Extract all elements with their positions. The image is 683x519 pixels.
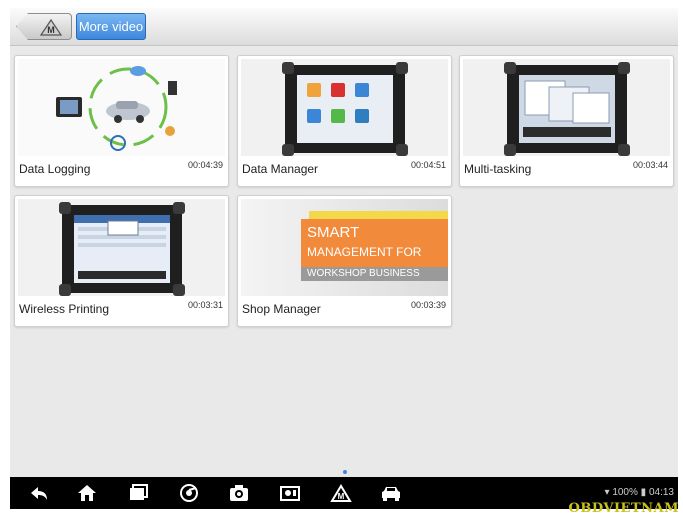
video-title: Shop Manager: [242, 302, 321, 316]
video-duration: 00:03:44: [632, 160, 668, 170]
maxisys-home-icon[interactable]: M: [330, 483, 352, 503]
tablet-image: [282, 62, 408, 156]
wifi-icon: ▾: [604, 487, 610, 498]
video-card-wireless-printing[interactable]: Wireless Printing 00:03:31: [14, 195, 229, 327]
tablet-image: [504, 62, 630, 156]
video-duration: 00:04:51: [410, 160, 446, 170]
svg-text:M: M: [47, 25, 55, 35]
video-thumbnail: [18, 199, 225, 296]
camera-icon[interactable]: [228, 483, 250, 503]
video-title: Wireless Printing: [19, 302, 110, 316]
recent-apps-icon[interactable]: [127, 483, 149, 503]
app-icons-grid: [307, 83, 369, 123]
watermark-logo: OBDVIETNAM: [568, 501, 679, 516]
svg-text:M: M: [338, 492, 345, 501]
home-button[interactable]: M: [16, 13, 72, 40]
back-icon[interactable]: [28, 483, 50, 503]
car-icon[interactable]: [380, 483, 402, 503]
video-card-multi-tasking[interactable]: Multi-tasking 00:03:44: [459, 55, 674, 187]
video-thumbnail: SMART MANAGEMENT FOR WORKSHOP BUSINESS: [241, 199, 448, 296]
video-duration: 00:04:39: [187, 160, 223, 170]
video-card-data-manager[interactable]: Data Manager 00:04:51: [237, 55, 452, 187]
print-dialog: [74, 215, 170, 279]
video-thumbnail: [18, 59, 225, 156]
video-thumbnail: [241, 59, 448, 156]
video-title: Multi-tasking: [464, 162, 532, 176]
video-thumbnail: [463, 59, 670, 156]
banner-line-1: SMART: [307, 224, 360, 241]
top-toolbar: M More video: [10, 8, 678, 46]
smart-management-banner: SMART MANAGEMENT FOR WORKSHOP BUSINESS: [301, 211, 448, 295]
video-card-shop-manager[interactable]: SMART MANAGEMENT FOR WORKSHOP BUSINESS S…: [237, 195, 452, 327]
battery-icon: ▮: [640, 487, 647, 498]
page-indicator-dot: [343, 470, 347, 474]
video-title: Data Manager: [242, 162, 319, 176]
banner-line-3: WORKSHOP BUSINESS: [301, 267, 448, 281]
home-icon[interactable]: [76, 483, 98, 503]
video-card-data-logging[interactable]: Data Logging 00:04:39: [14, 55, 229, 187]
maxisys-m-icon: M: [39, 18, 63, 36]
status-area: ▾ 100% ▮ 04:13: [605, 487, 675, 498]
banner-line-2: MANAGEMENT FOR: [307, 245, 422, 259]
tablet-image: [59, 202, 185, 296]
display-settings-icon[interactable]: [279, 483, 301, 503]
chrome-icon[interactable]: [178, 483, 200, 503]
clock: 04:13: [648, 487, 674, 498]
video-duration: 00:03:31: [187, 300, 223, 310]
more-video-button[interactable]: More video: [76, 13, 146, 40]
video-duration: 00:03:39: [410, 300, 446, 310]
multitask-windows: [523, 80, 611, 137]
video-title: Data Logging: [19, 162, 91, 176]
battery-level: 100%: [612, 487, 638, 498]
app-window: M More video Data Logging 00:04:39 Data …: [10, 8, 678, 509]
data-logging-illustration: [56, 66, 177, 151]
